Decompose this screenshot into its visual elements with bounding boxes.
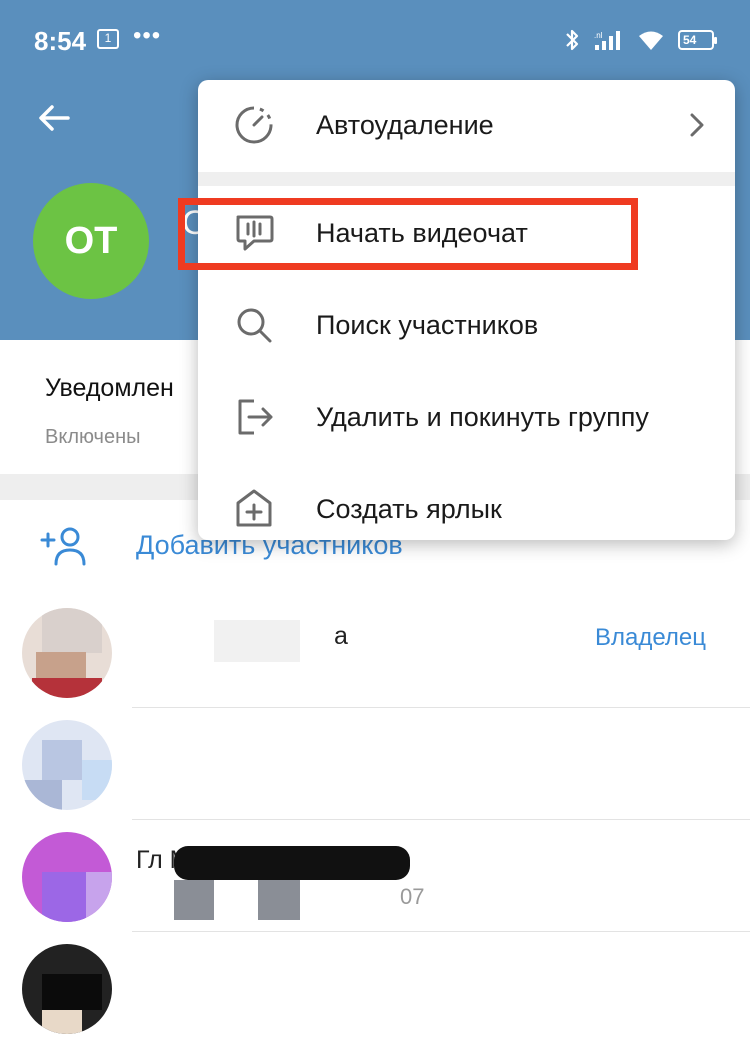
overflow-menu: Автоудаление Начать видеочат Поиск участ…: [198, 80, 735, 540]
menu-item-label: Поиск участников: [316, 310, 539, 340]
member-status: 07: [400, 884, 425, 909]
notification-badge-icon: 1: [97, 29, 119, 49]
menu-item-label: Создать ярлык: [316, 494, 502, 524]
member-row[interactable]: Гл Мег 07: [0, 820, 750, 932]
menu-item-label: Автоудаление: [316, 110, 494, 140]
redacted-block: [174, 846, 410, 880]
member-avatar: [22, 608, 112, 698]
member-row[interactable]: а Владелец: [0, 596, 750, 708]
notifications-title: Уведомлен: [45, 374, 174, 402]
more-notifications-icon: •••: [133, 22, 162, 49]
member-avatar: [22, 944, 112, 1034]
menu-separator: [198, 172, 735, 186]
chevron-right-icon: [690, 113, 704, 137]
add-shortcut-icon: [236, 489, 272, 527]
member-avatar: [22, 832, 112, 922]
svg-text:.nl: .nl: [594, 31, 603, 40]
menu-item-leave-group[interactable]: Удалить и покинуть группу: [198, 372, 735, 464]
back-arrow-icon[interactable]: [34, 98, 74, 138]
status-bar: 8:54 1 ••• .nl 54: [0, 0, 750, 80]
timer-icon: [235, 106, 273, 144]
wifi-icon: [639, 31, 663, 50]
notifications-value: Включены: [45, 426, 141, 448]
redacted-block: [174, 880, 214, 920]
menu-item-create-shortcut[interactable]: Создать ярлык: [198, 464, 735, 540]
member-name: а: [334, 622, 348, 650]
menu-item-label: Удалить и покинуть группу: [316, 402, 649, 432]
redacted-block: [258, 880, 300, 920]
menu-item-search-members[interactable]: Поиск участников: [198, 280, 735, 372]
signal-icon: .nl: [594, 31, 620, 50]
bluetooth-icon: [566, 29, 579, 51]
battery-icon: 54: [678, 30, 717, 50]
leave-icon: [238, 399, 273, 435]
add-user-icon: [40, 527, 86, 566]
search-icon: [237, 308, 272, 343]
redacted-block: [214, 620, 300, 662]
status-time: 8:54: [34, 26, 87, 56]
member-row[interactable]: [0, 932, 750, 1044]
member-role-badge: Владелец: [594, 624, 706, 651]
highlight-box: [178, 198, 638, 270]
menu-item-auto-delete[interactable]: Автоудаление: [198, 80, 735, 172]
status-icons: .nl 54: [564, 28, 717, 52]
group-avatar[interactable]: OT: [33, 183, 149, 299]
member-avatar: [22, 720, 112, 810]
member-row[interactable]: [0, 708, 750, 820]
